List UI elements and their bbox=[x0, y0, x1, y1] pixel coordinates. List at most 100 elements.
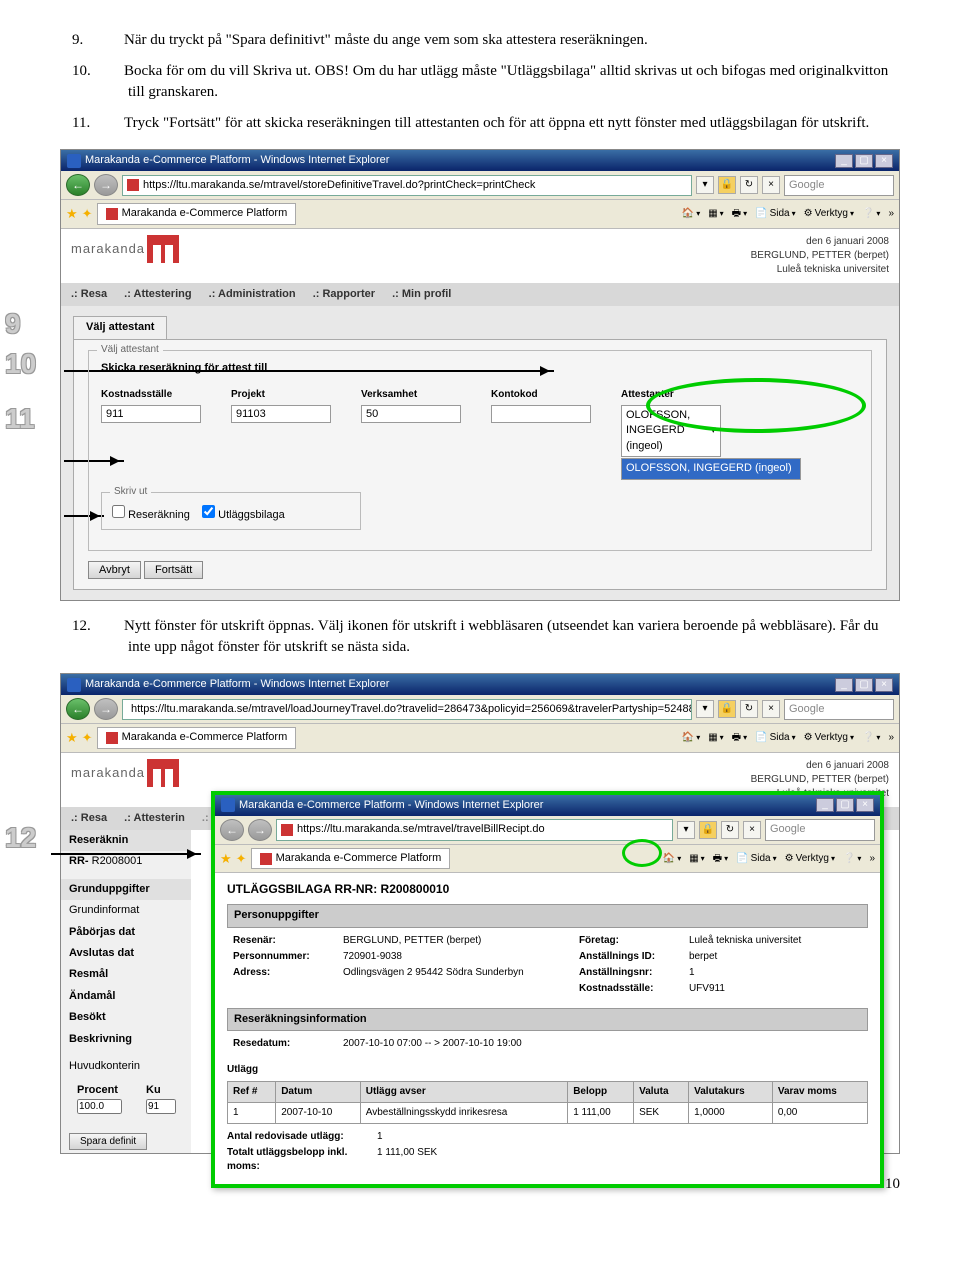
tab-icon bbox=[106, 208, 118, 220]
instruction-10: 10.Bocka för om du vill Skriva ut. OBS! … bbox=[100, 61, 900, 103]
nav-bar: ← → https://ltu.marakanda.se/mtravel/sto… bbox=[61, 171, 899, 200]
refresh-button[interactable]: ↻ bbox=[721, 821, 739, 839]
callout-10: 10 bbox=[5, 344, 36, 383]
minimize-button[interactable]: _ bbox=[835, 154, 853, 168]
fortsatt-button[interactable]: Fortsätt bbox=[144, 561, 203, 579]
help-icon[interactable]: ❔▾ bbox=[862, 207, 880, 221]
instruction-12: 12.Nytt fönster för utskrift öppnas. Väl… bbox=[100, 616, 900, 658]
browser-tab[interactable]: Marakanda e-Commerce Platform bbox=[97, 727, 297, 748]
dropdown-button[interactable]: ▾ bbox=[696, 700, 714, 718]
print-icon[interactable]: 🖶▾ bbox=[732, 207, 747, 221]
address-bar[interactable]: https://ltu.marakanda.se/mtravel/loadJou… bbox=[122, 699, 692, 720]
maximize-button[interactable]: ▢ bbox=[855, 678, 873, 692]
close-button[interactable]: × bbox=[875, 678, 893, 692]
help-icon[interactable]: ❔▾ bbox=[862, 731, 880, 745]
callout-11: 11 bbox=[5, 399, 35, 438]
forward-button[interactable]: → bbox=[94, 174, 118, 196]
tab-icon bbox=[106, 732, 118, 744]
feed-icon[interactable]: ▦▾ bbox=[708, 207, 723, 221]
home-icon[interactable]: 🏠▾ bbox=[663, 852, 681, 866]
favorites-icon[interactable]: ★ bbox=[220, 850, 232, 868]
back-button[interactable]: ← bbox=[66, 698, 90, 720]
page-menu[interactable]: 📄 Sida▾ bbox=[755, 731, 795, 745]
receipt-body: UTLÄGGSBILAGA RR-NR: R200800010 Personup… bbox=[215, 873, 880, 1184]
site-icon bbox=[127, 179, 139, 191]
menu-attestering[interactable]: .: Attesterin bbox=[124, 812, 185, 824]
home-icon[interactable]: 🏠▾ bbox=[682, 731, 700, 745]
minimize-button[interactable]: _ bbox=[816, 798, 834, 812]
skrivut-legend: Skriv ut bbox=[110, 485, 151, 499]
ie-icon bbox=[67, 154, 81, 168]
popup-tab[interactable]: Marakanda e-Commerce Platform bbox=[251, 848, 451, 869]
menu-min-profil[interactable]: .: Min profil bbox=[392, 288, 451, 300]
close-button[interactable]: × bbox=[856, 798, 874, 812]
add-favorite-icon[interactable]: ✦ bbox=[82, 729, 93, 747]
favorites-icon[interactable]: ★ bbox=[66, 729, 78, 747]
address-bar[interactable]: https://ltu.marakanda.se/mtravel/storeDe… bbox=[122, 175, 692, 196]
utlagg-table: Ref #DatumUtlägg avser BeloppValutaValut… bbox=[227, 1081, 868, 1124]
print-icon[interactable]: 🖶▾ bbox=[732, 731, 747, 745]
popup-tabbar: ★ ✦ Marakanda e-Commerce Platform 🏠▾ ▦▾ … bbox=[215, 845, 880, 873]
lock-icon: 🔒 bbox=[699, 821, 717, 839]
forward-button[interactable]: → bbox=[94, 698, 118, 720]
input-kostnadsstalle[interactable] bbox=[101, 405, 201, 423]
page-menu[interactable]: 📄 Sida▾ bbox=[736, 852, 776, 866]
menu-attestering[interactable]: .: Attestering bbox=[124, 288, 191, 300]
avbryt-button[interactable]: Avbryt bbox=[88, 561, 141, 579]
popup-address[interactable]: https://ltu.marakanda.se/mtravel/travelB… bbox=[276, 819, 673, 840]
lock-icon: 🔒 bbox=[718, 700, 736, 718]
sidebar: Reseräknin RR- R2008001 Grunduppgifter G… bbox=[61, 830, 191, 1153]
tools-menu[interactable]: ⚙ Verktyg▾ bbox=[804, 207, 854, 221]
label-verksamhet: Verksamhet bbox=[361, 388, 461, 402]
print-toolbar-icon[interactable]: 🖶▾ bbox=[713, 852, 728, 866]
popup-search[interactable]: Google bbox=[765, 819, 875, 840]
back-button[interactable]: ← bbox=[66, 174, 90, 196]
maximize-button[interactable]: ▢ bbox=[855, 154, 873, 168]
close-button[interactable]: × bbox=[875, 154, 893, 168]
ie-icon bbox=[67, 678, 81, 692]
refresh-button[interactable]: ↻ bbox=[740, 700, 758, 718]
menu-rapporter[interactable]: .: Rapporter bbox=[313, 288, 375, 300]
input-verksamhet[interactable] bbox=[361, 405, 461, 423]
dropdown-button[interactable]: ▾ bbox=[696, 176, 714, 194]
checkbox-utlaggsbilaga[interactable] bbox=[202, 505, 215, 518]
search-box[interactable]: Google bbox=[784, 175, 894, 196]
popup-window: Marakanda e-Commerce Platform - Windows … bbox=[211, 791, 884, 1188]
spara-button[interactable]: Spara definit bbox=[69, 1133, 147, 1150]
feed-icon[interactable]: ▦▾ bbox=[708, 731, 723, 745]
browser-tab[interactable]: Marakanda e-Commerce Platform bbox=[97, 203, 297, 224]
forward-button[interactable]: → bbox=[248, 819, 272, 841]
maximize-button[interactable]: ▢ bbox=[836, 798, 854, 812]
add-favorite-icon[interactable]: ✦ bbox=[82, 205, 93, 223]
checkbox-reserakning[interactable] bbox=[112, 505, 125, 518]
refresh-button[interactable]: ↻ bbox=[740, 176, 758, 194]
app-menu: .: Resa .: Attestering .: Administration… bbox=[61, 283, 899, 306]
feed-icon[interactable]: ▦▾ bbox=[689, 852, 704, 866]
favorites-icon[interactable]: ★ bbox=[66, 205, 78, 223]
tools-menu[interactable]: ⚙ Verktyg▾ bbox=[804, 731, 854, 745]
stop-button[interactable]: × bbox=[762, 176, 780, 194]
input-projekt[interactable] bbox=[231, 405, 331, 423]
back-button[interactable]: ← bbox=[220, 819, 244, 841]
search-box[interactable]: Google bbox=[784, 699, 894, 720]
help-icon[interactable]: ❔▾ bbox=[843, 852, 861, 866]
tools-menu[interactable]: ⚙ Verktyg▾ bbox=[785, 852, 835, 866]
home-icon[interactable]: 🏠▾ bbox=[682, 207, 700, 221]
input-ku[interactable] bbox=[146, 1099, 176, 1114]
stop-button[interactable]: × bbox=[762, 700, 780, 718]
logo: marakanda bbox=[71, 235, 179, 263]
input-procent[interactable] bbox=[77, 1099, 122, 1114]
callout-12: 12 bbox=[5, 818, 36, 857]
menu-resa[interactable]: .: Resa bbox=[71, 812, 107, 824]
label-attestanter: Attestanter bbox=[621, 388, 801, 402]
instruction-9: 9.När du tryckt på "Spara definitivt" må… bbox=[100, 30, 900, 51]
select-option[interactable]: OLOFSSON, INGEGERD (ingeol) bbox=[621, 458, 801, 479]
menu-administration[interactable]: .: Administration bbox=[209, 288, 296, 300]
add-favorite-icon[interactable]: ✦ bbox=[236, 850, 247, 868]
menu-resa[interactable]: .: Resa bbox=[71, 288, 107, 300]
input-kontokod[interactable] bbox=[491, 405, 591, 423]
select-attestanter[interactable]: OLOFSSON, INGEGERD (ingeol)▾ bbox=[621, 405, 721, 457]
minimize-button[interactable]: _ bbox=[835, 678, 853, 692]
page-menu[interactable]: 📄 Sida▾ bbox=[755, 207, 795, 221]
stop-button[interactable]: × bbox=[743, 821, 761, 839]
